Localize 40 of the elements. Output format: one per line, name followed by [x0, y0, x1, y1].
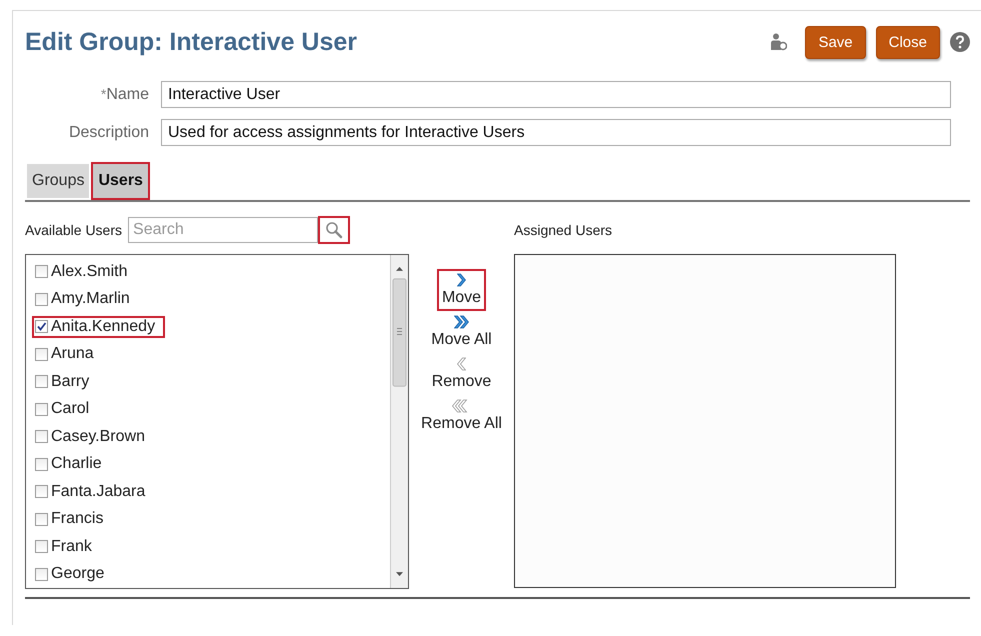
user-settings-icon[interactable] — [771, 33, 788, 51]
user-name[interactable]: Francis — [51, 510, 104, 528]
user-name[interactable]: Barry — [51, 372, 90, 391]
user-name[interactable]: Amy.Marlin — [51, 290, 130, 308]
list-label: Available Users — [25, 222, 122, 238]
page-title: Edit Group: Interactive User — [25, 28, 358, 56]
field-label: *Name — [100, 86, 150, 104]
text-field[interactable]: Used for access assignments for Interactive Users — [161, 119, 951, 146]
scrollbar[interactable] — [390, 255, 408, 588]
checkbox[interactable] — [35, 430, 48, 444]
user-name[interactable]: George — [51, 565, 104, 584]
user-name[interactable]: Frank — [51, 538, 92, 556]
checkbox[interactable] — [35, 540, 48, 554]
field-label: Description — [68, 124, 150, 142]
checkbox[interactable] — [35, 292, 48, 306]
toolbar-button[interactable]: Close — [876, 26, 940, 58]
tab[interactable]: Groups — [27, 164, 90, 198]
help-icon[interactable] — [950, 32, 970, 52]
search-field[interactable]: Search — [128, 217, 318, 243]
checkbox[interactable] — [35, 568, 48, 581]
checkbox[interactable] — [35, 375, 48, 388]
user-name[interactable]: Alex.Smith — [51, 262, 128, 281]
toolbar-button[interactable]: Save — [805, 26, 866, 58]
checkbox[interactable] — [35, 320, 48, 334]
tab[interactable]: Users — [93, 164, 148, 198]
checkbox[interactable] — [35, 485, 48, 498]
text-field[interactable]: Interactive User — [161, 81, 951, 108]
checkbox[interactable] — [35, 265, 48, 278]
user-name[interactable]: Carol — [51, 400, 90, 418]
user-name[interactable]: Charlie — [51, 455, 102, 474]
checkbox[interactable] — [35, 348, 48, 361]
checkbox[interactable] — [35, 512, 48, 526]
user-name[interactable]: Aruna — [51, 345, 94, 364]
list-label: Assigned Users — [514, 221, 614, 240]
search-icon[interactable] — [325, 221, 344, 239]
user-name[interactable]: Casey.Brown — [51, 428, 145, 446]
shuttle-button[interactable]: Move All — [431, 315, 492, 349]
user-name[interactable]: Fanta.Jabara — [51, 482, 146, 501]
checkbox[interactable] — [35, 402, 48, 416]
checkbox[interactable] — [35, 458, 48, 471]
